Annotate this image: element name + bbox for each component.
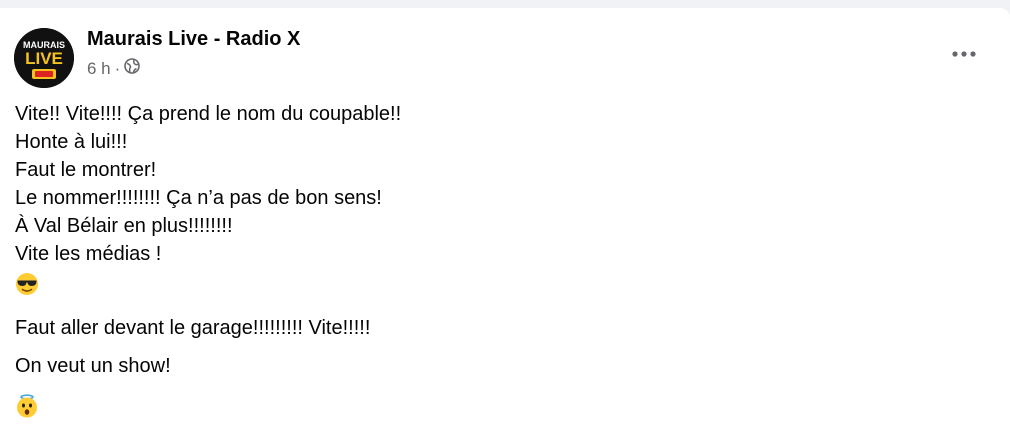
- sunglasses-emoji: [16, 273, 38, 295]
- post-line: Vite!! Vite!!!! Ça prend le nom du coupa…: [15, 103, 402, 125]
- post-meta: 6 h ·: [87, 58, 141, 79]
- page-avatar[interactable]: MAURAIS LIVE: [14, 28, 74, 88]
- meta-separator: ·: [114, 58, 121, 78]
- post-line: Vite les médias !: [15, 243, 162, 265]
- astonished-angel-emoji: [17, 394, 37, 418]
- post-body: Vite!! Vite!!!! Ça prend le nom du coupa…: [15, 100, 975, 424]
- globe-icon: [124, 58, 141, 79]
- post-line: Le nommer!!!!!!!! Ça n’a pas de bon sens…: [15, 187, 382, 209]
- post-line: Faut le montrer!: [15, 159, 157, 181]
- post-line: Honte à lui!!!: [15, 131, 128, 153]
- post-line: À Val Bélair en plus!!!!!!!!: [15, 215, 233, 237]
- post-author[interactable]: Maurais Live - Radio X: [87, 28, 300, 51]
- post-timestamp[interactable]: 6 h: [87, 59, 111, 79]
- emoji-line: [15, 268, 975, 304]
- emoji-line: [15, 388, 975, 424]
- more-options-icon[interactable]: [944, 40, 984, 68]
- post-line-garage: Faut aller devant le garage!!!!!!!!! Vit…: [15, 317, 371, 339]
- maurais-live-logo: MAURAIS LIVE: [14, 28, 74, 88]
- post-line-show: On veut un show!: [15, 355, 171, 377]
- logo-text-main: LIVE: [25, 49, 63, 68]
- post-card: MAURAIS LIVE Maurais Live - Radio X 6 h …: [0, 8, 1010, 438]
